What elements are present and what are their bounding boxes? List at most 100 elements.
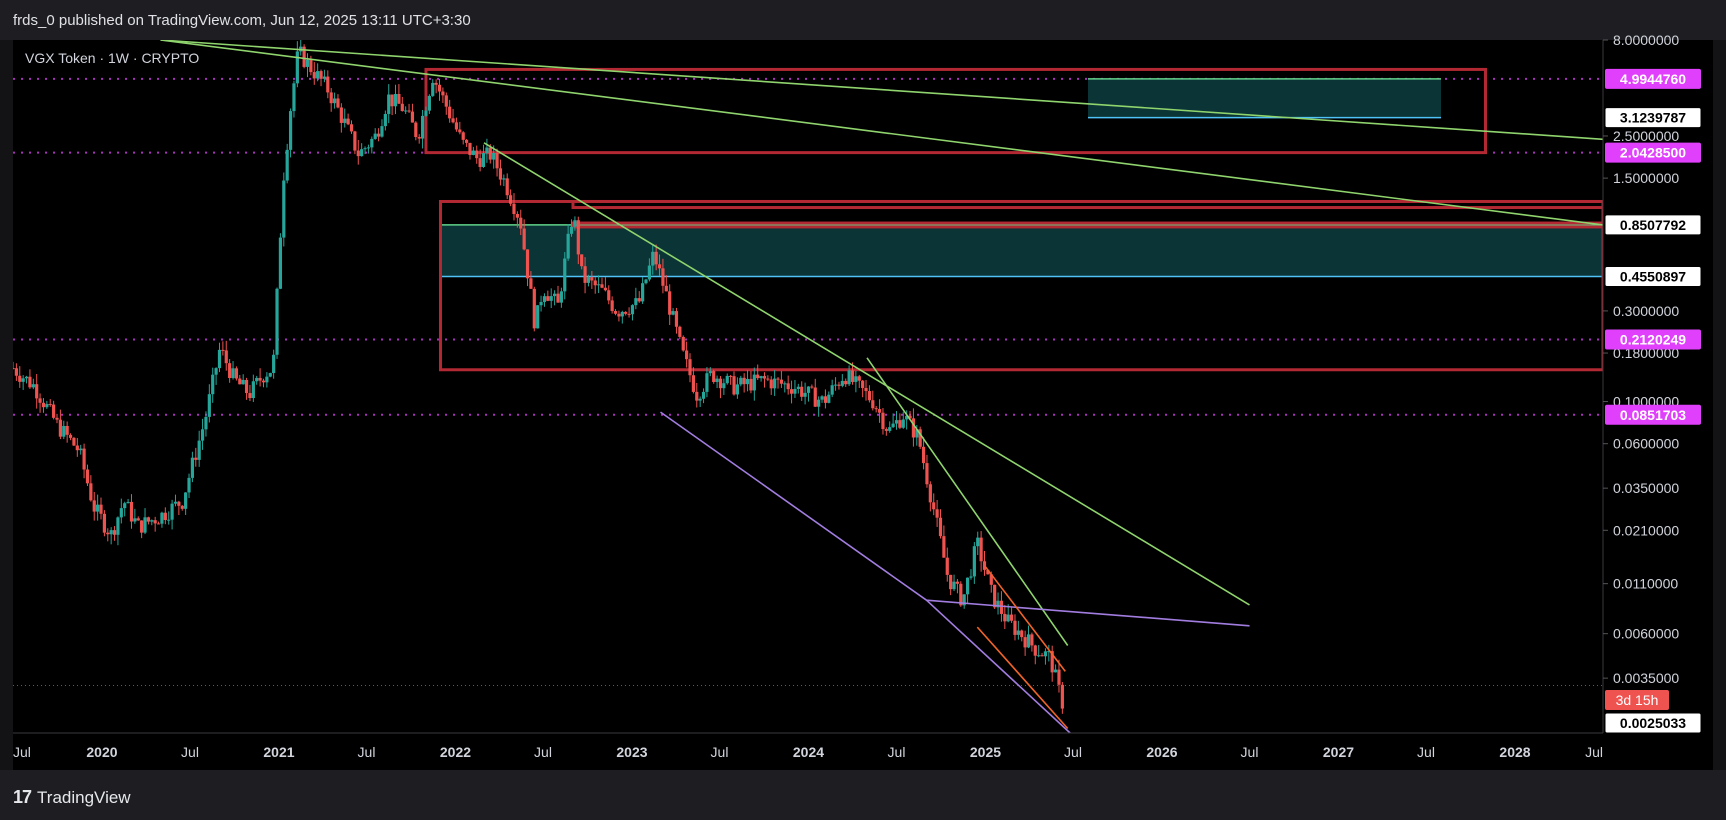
candle-body xyxy=(410,111,415,123)
y-tick-label: 0.0600000 xyxy=(1613,436,1679,452)
candle-body xyxy=(657,264,662,269)
x-tick-label: Jul xyxy=(13,744,31,760)
candle-body xyxy=(146,517,151,522)
candle-body xyxy=(590,277,594,281)
candle-body xyxy=(312,72,316,79)
candle-body xyxy=(261,380,266,383)
candle-body xyxy=(251,381,255,399)
candle-body xyxy=(894,420,899,424)
y-tick-label: 2.5000000 xyxy=(1613,128,1679,144)
candle-body xyxy=(976,537,980,547)
candle-body xyxy=(322,76,327,79)
candle-body xyxy=(231,368,235,379)
candle-body xyxy=(509,195,513,204)
candle-body xyxy=(343,118,347,123)
x-tick-label: 2028 xyxy=(1499,744,1530,760)
candle-body xyxy=(129,501,134,522)
candle-body xyxy=(414,122,418,138)
candle-body xyxy=(272,354,276,374)
candle-body xyxy=(475,150,479,159)
candle-body xyxy=(1030,634,1034,646)
candle-body xyxy=(160,512,164,524)
candle-body xyxy=(965,577,970,595)
candle-body xyxy=(278,237,283,289)
candle-body xyxy=(221,349,225,351)
y-tick-label: 0.0060000 xyxy=(1613,626,1679,642)
candle-body xyxy=(82,448,86,470)
y-tick-label: 0.0110000 xyxy=(1613,576,1678,592)
candle-body xyxy=(806,386,811,393)
candle-body xyxy=(789,389,794,394)
candle-body xyxy=(620,311,624,317)
candle-body xyxy=(803,392,807,397)
candle-body xyxy=(942,536,946,558)
candle-body xyxy=(617,313,621,317)
candle-body xyxy=(969,576,973,578)
candle-body xyxy=(370,138,374,148)
candle-body xyxy=(603,287,607,291)
candle-body xyxy=(833,384,838,386)
candle-body xyxy=(668,291,672,315)
candle-body xyxy=(928,484,932,503)
candle-body xyxy=(644,279,648,284)
candle-body xyxy=(444,95,448,107)
candle-body xyxy=(867,391,872,401)
x-tick-label: Jul xyxy=(1064,744,1082,760)
candle-body xyxy=(593,280,597,286)
candle-body xyxy=(204,416,208,430)
candle-body xyxy=(153,520,157,524)
x-tick-label: Jul xyxy=(711,744,729,760)
x-tick-label: 2025 xyxy=(970,744,1001,760)
candle-body xyxy=(255,377,259,382)
x-tick-label: Jul xyxy=(1585,744,1603,760)
candle-body xyxy=(776,378,780,380)
candle-body xyxy=(925,463,929,485)
candle-body xyxy=(705,373,709,392)
price-chart[interactable]: 8.00000002.50000001.50000000.30000000.18… xyxy=(0,0,1726,770)
candle-body xyxy=(339,107,343,123)
candle-body xyxy=(407,110,411,112)
candle-body xyxy=(1009,614,1014,621)
candle-body xyxy=(38,398,42,403)
candle-body xyxy=(837,384,841,386)
candle-body xyxy=(610,300,614,312)
candle-body xyxy=(48,404,52,406)
candle-body xyxy=(695,391,699,401)
candle-body xyxy=(1033,645,1037,656)
candle-body xyxy=(197,440,201,460)
y-tick-label: 1.5000000 xyxy=(1613,170,1679,186)
candle-body xyxy=(275,288,279,355)
candle-body xyxy=(1003,613,1007,622)
candle-body xyxy=(89,483,93,501)
x-tick-label: Jul xyxy=(534,744,552,760)
candle-body xyxy=(762,376,767,379)
candle-body xyxy=(258,377,262,381)
tradingview-brand[interactable]: 17 TradingView xyxy=(13,787,131,808)
candle-body xyxy=(786,383,790,390)
candle-layer xyxy=(13,40,1064,714)
candle-body xyxy=(35,384,39,399)
candle-body xyxy=(661,268,665,286)
candle-body xyxy=(847,370,851,385)
candle-body xyxy=(393,93,398,107)
trendline-layer xyxy=(160,40,1603,733)
candle-body xyxy=(441,91,445,96)
candle-body xyxy=(238,378,242,385)
x-tick-label: 2023 xyxy=(616,744,647,760)
y-tick-label: 0.0210000 xyxy=(1613,522,1679,538)
candle-body xyxy=(123,503,127,509)
candle-body xyxy=(31,384,35,388)
x-tick-label: Jul xyxy=(358,744,376,760)
candle-body xyxy=(316,71,320,79)
candle-body xyxy=(881,412,885,430)
y-tick-label: 0.0350000 xyxy=(1613,480,1679,496)
countdown-label: 3d 15h xyxy=(1616,692,1659,708)
candle-body xyxy=(478,158,482,167)
candle-body xyxy=(688,359,692,376)
candle-body xyxy=(400,103,404,112)
candle-body xyxy=(864,387,868,392)
candle-body xyxy=(420,115,425,139)
price-tag: 0.0025033 xyxy=(1620,715,1686,731)
candle-body xyxy=(766,378,770,380)
candle-body xyxy=(140,520,144,533)
